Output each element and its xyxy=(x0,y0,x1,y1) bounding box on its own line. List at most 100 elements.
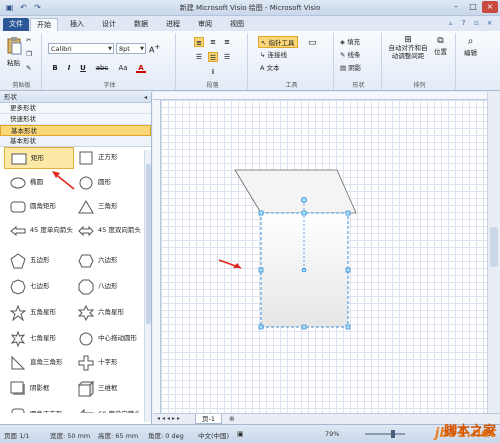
arrange-group-label: 排列 xyxy=(413,82,426,89)
align-right-icon[interactable]: ☰ xyxy=(222,52,232,62)
shapes-scrollbar[interactable] xyxy=(144,150,151,422)
tab-data[interactable]: 数据 xyxy=(128,18,154,31)
maximize-icon[interactable]: □ xyxy=(465,1,481,13)
restore-icon[interactable]: ▫ xyxy=(472,19,481,28)
tab-design[interactable]: 设计 xyxy=(96,18,122,31)
copy-icon[interactable]: ❐ xyxy=(26,50,32,58)
clipboard-group: 粘贴 ✂ ❐ ✎ 剪贴板 xyxy=(2,33,42,90)
shape-item-rounded-rectangle[interactable]: 圆角矩形 xyxy=(4,196,74,218)
chevron-left-icon[interactable]: ◂ xyxy=(144,92,147,103)
page-tab[interactable]: 页-1 xyxy=(195,414,222,424)
align-bottom-icon[interactable]: ≡ xyxy=(222,37,232,47)
shape-item-rectangle[interactable]: 矩形 xyxy=(4,147,74,169)
tab-insert[interactable]: 插入 xyxy=(64,18,90,31)
auto-align-button[interactable]: ⊞ 自动对齐和自动调整间距 xyxy=(386,36,430,61)
scrollbar-thumb[interactable] xyxy=(146,164,151,324)
close-icon[interactable]: × xyxy=(482,1,498,13)
shapes-pane-header[interactable]: 形状 ◂ xyxy=(0,92,151,103)
shape-item-label: 圆形 xyxy=(98,178,111,186)
strikethrough-button[interactable]: abc xyxy=(94,63,110,73)
bold-button[interactable]: B xyxy=(50,63,60,73)
shape-item-five-point-star[interactable]: 五角星形 xyxy=(4,302,74,324)
drawing-tools-icon[interactable]: ▭ xyxy=(308,38,317,48)
pin-handle[interactable] xyxy=(301,267,307,273)
grow-font-icon[interactable]: A+ xyxy=(149,43,160,55)
paste-button[interactable]: 粘贴 xyxy=(6,37,22,67)
paste-label: 粘贴 xyxy=(7,59,20,67)
zoom-slider[interactable] xyxy=(365,430,405,438)
chevron-down-icon: ▼ xyxy=(140,46,144,52)
octagon-icon xyxy=(78,279,94,295)
italic-button[interactable]: I xyxy=(64,63,74,73)
font-name-combo[interactable]: Calibri ▼ xyxy=(48,43,114,54)
canvas-scroll-thumb[interactable] xyxy=(490,227,498,267)
window-controls: – □ × xyxy=(448,1,498,13)
shape-item-3d-box[interactable]: 三维框 xyxy=(72,378,142,400)
canvas-vertical-scrollbar[interactable] xyxy=(487,92,500,413)
help-icon[interactable]: ? xyxy=(459,19,468,28)
shape-item-single-arrow[interactable]: 45 度单向箭头 xyxy=(4,220,74,242)
tab-home[interactable]: 开始 xyxy=(30,18,58,31)
add-page-icon[interactable]: ⊕ xyxy=(229,415,235,423)
shape-item-double-arrow[interactable]: 45 度双向箭头 xyxy=(72,220,142,242)
editing-button[interactable]: ⌕ 编辑 xyxy=(464,36,477,57)
minimize-icon[interactable]: – xyxy=(448,1,464,13)
drawing-canvas[interactable] xyxy=(161,100,487,413)
zoom-slider-knob[interactable] xyxy=(391,430,395,438)
shadow-icon: ▤ xyxy=(340,64,347,72)
paste-icon xyxy=(7,37,22,55)
tab-process[interactable]: 进程 xyxy=(160,18,186,31)
shape-item-hexagon[interactable]: 六边形 xyxy=(72,250,142,272)
bullets-icon[interactable]: ⁝ xyxy=(208,67,218,77)
connector-button[interactable]: ↳ 连接线 xyxy=(260,49,287,59)
single-arrow-icon xyxy=(10,225,26,237)
shape-item-right-triangle[interactable]: 直角三角形 xyxy=(4,352,74,374)
shape-item-arrow-60[interactable]: 60 度单向箭头 xyxy=(72,404,142,413)
line-button[interactable]: ✎ 线条 xyxy=(340,49,361,59)
status-zoom[interactable]: 79% xyxy=(325,430,339,438)
parallelogram-shape[interactable] xyxy=(234,169,357,214)
shape-item-label: 圆角正方形 xyxy=(30,410,74,413)
shape-item-pentagon[interactable]: 五边形 xyxy=(4,250,74,272)
pointer-tool-button[interactable]: ↖ 指针工具 xyxy=(258,36,298,48)
align-top-icon[interactable]: ≡ xyxy=(194,37,204,47)
language-icon[interactable]: ▣ xyxy=(237,430,244,438)
font-color-button[interactable]: A xyxy=(136,63,146,73)
tab-file[interactable]: 文件 xyxy=(3,18,29,31)
status-page[interactable]: 页面 1/1 xyxy=(4,430,30,440)
text-icon: A xyxy=(260,64,265,72)
shape-item-triangle[interactable]: 三角形 xyxy=(72,196,142,218)
align-left-icon[interactable]: ☰ xyxy=(194,52,204,62)
align-middle-icon[interactable]: ≡ xyxy=(208,37,218,47)
rotation-handle[interactable] xyxy=(301,197,307,203)
close-doc-icon[interactable]: × xyxy=(485,19,494,28)
page-nav-buttons[interactable]: ◂◂◂▸▸ xyxy=(157,415,182,422)
shape-item-cross[interactable]: 十字形 xyxy=(72,352,142,374)
shape-item-six-point-star[interactable]: 六角星形 xyxy=(72,302,142,324)
shape-item-octagon[interactable]: 八边形 xyxy=(72,276,142,298)
shape-item-shadow-box[interactable]: 阴影框 xyxy=(4,378,74,400)
status-angle: 角度: 0 deg xyxy=(148,432,184,440)
change-case-button[interactable]: Aa xyxy=(116,63,130,73)
shadow-button[interactable]: ▤ 阴影 xyxy=(340,62,361,72)
tab-view[interactable]: 视图 xyxy=(224,18,250,31)
shape-item-center-drag-circle[interactable]: 中心拖动圆形 xyxy=(72,328,142,350)
shape-item-seven-point-star[interactable]: 七角星形 xyxy=(4,328,74,350)
shape-item-rounded-square[interactable]: 圆角正方形 xyxy=(4,404,74,413)
font-size-combo[interactable]: 8pt ▼ xyxy=(116,43,146,54)
align-center-icon[interactable]: ☰ xyxy=(208,52,218,62)
quick-shapes-item[interactable]: 快速形状 xyxy=(0,114,151,125)
tab-review[interactable]: 审阅 xyxy=(192,18,218,31)
underline-button[interactable]: U xyxy=(78,63,88,73)
basic-shapes-item[interactable]: 基本形状 xyxy=(0,125,151,136)
shape-item-heptagon[interactable]: 七边形 xyxy=(4,276,74,298)
shape-item-square[interactable]: 正方形 xyxy=(72,147,142,169)
minimize-ribbon-icon[interactable]: ▵ xyxy=(446,19,455,28)
fill-button[interactable]: ◈ 填充 xyxy=(340,36,360,46)
position-label: 位置 xyxy=(434,48,447,56)
text-tool-button[interactable]: A 文本 xyxy=(260,62,280,72)
cut-icon[interactable]: ✂ xyxy=(26,36,31,44)
format-painter-icon[interactable]: ✎ xyxy=(26,64,31,72)
more-shapes-item[interactable]: 更多形状 xyxy=(0,103,151,114)
position-button[interactable]: ⧉ 位置 xyxy=(434,36,447,56)
